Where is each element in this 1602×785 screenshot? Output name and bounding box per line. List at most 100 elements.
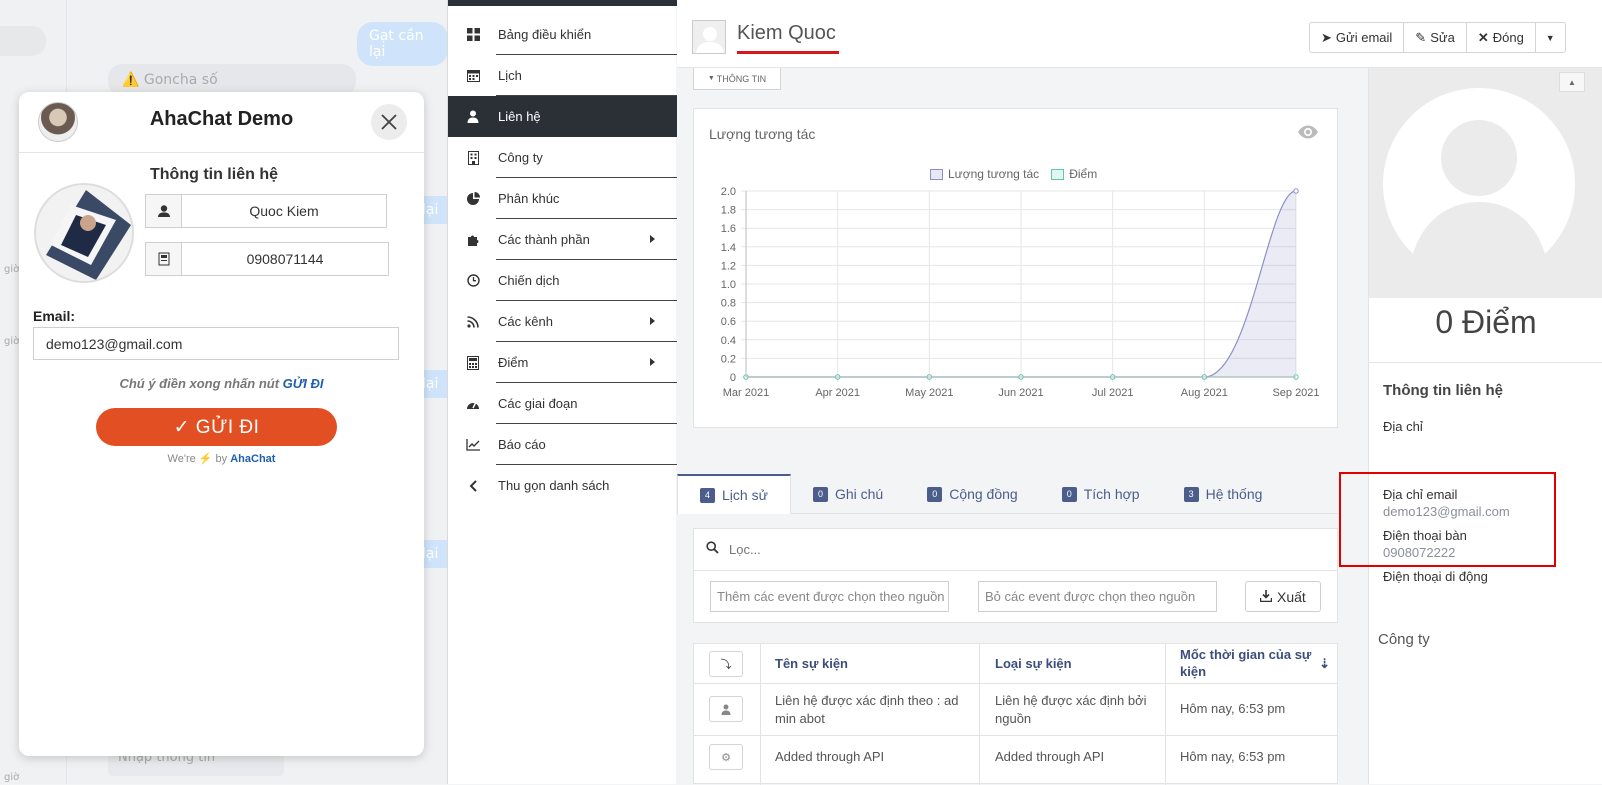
tab-count-badge: 0 <box>927 486 943 502</box>
tab-count-badge: 4 <box>700 487 715 503</box>
info-toggle-tab[interactable]: ▼ THÔNG TIN <box>693 68 781 90</box>
close-button[interactable] <box>371 104 407 140</box>
engagement-chart-panel: Lượng tương tác Lượng tương tác Điểm 0 0.… <box>693 108 1338 428</box>
tab-history[interactable]: 4 Lịch sử <box>677 474 791 514</box>
sidebar-item-segments[interactable]: Phân khúc <box>448 178 677 219</box>
y-tick-label: 0 <box>730 372 736 384</box>
email-input[interactable]: demo123@gmail.com <box>33 327 399 360</box>
contact-avatar <box>692 20 726 54</box>
user-icon <box>709 696 743 722</box>
x-tick-label: Sep 2021 <box>1272 387 1319 399</box>
name-field[interactable]: Quoc Kiem <box>145 194 387 228</box>
note-prefix: Chú ý điền xong nhấn nút <box>119 376 283 391</box>
y-tick-label: 2.0 <box>721 186 736 198</box>
activity-tabs: 4 Lịch sử 0 Ghi chú 0 Cộng đồng 0 Tích hợp 3… <box>677 474 1338 514</box>
export-button[interactable]: Xuất <box>1245 581 1321 612</box>
event-type-icon-box[interactable] <box>709 696 743 722</box>
sidebar-item-label: Lịch <box>498 68 522 83</box>
user-icon <box>146 195 182 227</box>
arrow-turn-icon: ⤵ <box>709 651 743 677</box>
avatar-placeholder-icon <box>1369 68 1602 298</box>
brand-prefix: We're ⚡ by <box>167 453 231 465</box>
header-button-group: ➤ Gửi email ✎ Sửa ✕ Đóng ▼ <box>1309 22 1566 53</box>
divider <box>1369 362 1602 363</box>
more-dropdown-button[interactable]: ▼ <box>1536 23 1565 52</box>
brand-link[interactable]: AhaChat <box>230 453 275 465</box>
search-icon <box>706 540 719 559</box>
tab-notes[interactable]: 0 Ghi chú <box>791 474 905 514</box>
data-point <box>1293 188 1299 194</box>
sidebar-item-stages[interactable]: Các giai đoạn <box>448 383 677 424</box>
scroll-up-button[interactable]: ▲ <box>1559 72 1585 92</box>
note-highlight: GỬI ĐI <box>282 376 324 391</box>
tab-integrations[interactable]: 0 Tích hợp <box>1040 474 1162 514</box>
download-icon <box>1259 589 1273 605</box>
phone-book-icon <box>146 243 182 275</box>
tachometer-icon <box>448 398 498 410</box>
caret-down-icon: ▼ <box>707 75 715 82</box>
calculator-icon <box>448 355 498 370</box>
sidebar-item-label: Bảng điều khiển <box>498 27 592 42</box>
event-type: Liên hệ được xác định bởi nguồn <box>995 693 1147 726</box>
time-label: giờ <box>4 264 20 275</box>
sidebar-collapse[interactable]: Thu gọn danh sách <box>448 465 677 506</box>
column-header-type[interactable]: Loại sự kiện <box>995 656 1072 671</box>
sidebar-item-components[interactable]: Các thành phần <box>448 219 677 260</box>
tab-count-badge: 0 <box>1061 486 1077 502</box>
sidebar-item-contacts[interactable]: Liên hệ <box>448 96 677 137</box>
caret-down-icon: ▼ <box>1545 32 1555 43</box>
event-type-icon-box[interactable]: ⚙ <box>709 744 743 770</box>
include-source-select[interactable]: Thêm các event được chọn theo nguồn <box>710 581 949 612</box>
x-tick-label: May 2021 <box>905 387 953 399</box>
send-button[interactable]: ✓ GỬI ĐI <box>96 408 337 446</box>
tab-community[interactable]: 0 Cộng đồng <box>905 474 1040 514</box>
name-value: Quoc Kiem <box>249 203 319 219</box>
contact-info-heading: Thông tin liên hệ <box>1383 382 1503 399</box>
sidebar-item-channels[interactable]: Các kênh <box>448 301 677 342</box>
dashboard-icon <box>448 28 498 41</box>
send-email-label: Gửi email <box>1335 30 1393 45</box>
time-label: giờ <box>4 336 20 347</box>
sidebar-item-dashboard[interactable]: Bảng điều khiển <box>448 14 677 55</box>
sidebar-item-calendar[interactable]: Lịch <box>448 55 677 96</box>
chevron-left-icon <box>448 479 498 492</box>
tab-count-badge: 3 <box>1183 486 1199 502</box>
column-header-name[interactable]: Tên sự kiện <box>775 656 848 671</box>
tab-system[interactable]: 3 Hệ thống <box>1162 474 1285 514</box>
sidebar-item-label: Thu gọn danh sách <box>498 478 610 493</box>
y-tick-label: 0.2 <box>721 353 736 365</box>
close-contact-button[interactable]: ✕ Đóng <box>1467 23 1536 52</box>
y-tick-label: 1.0 <box>721 279 736 291</box>
event-time: Hôm nay, 6:53 pm <box>1180 749 1286 764</box>
address-label: Địa chỉ <box>1383 419 1423 434</box>
sort-icon: ⇣ <box>1319 655 1330 671</box>
tab-label: Lịch sử <box>722 487 768 503</box>
line-chart-icon <box>448 438 498 451</box>
menu-topbar <box>448 0 677 6</box>
name-underline <box>737 51 839 54</box>
pie-chart-icon <box>448 192 498 205</box>
filter-input[interactable] <box>729 542 1289 557</box>
event-name: Added through API <box>775 749 885 764</box>
avatar-icon <box>693 21 725 53</box>
sidebar-item-campaigns[interactable]: Chiến dịch <box>448 260 677 301</box>
event-name: Liên hệ được xác định theo : ad min abot <box>775 693 959 726</box>
y-tick-label: 1.6 <box>721 223 736 235</box>
column-header-time[interactable]: Mốc thời gian của sự kiện ⇣ <box>1180 646 1330 680</box>
exclude-source-select[interactable]: Bỏ các event được chọn theo nguồn <box>978 581 1217 612</box>
phone-field[interactable]: 0908071144 <box>145 242 389 276</box>
send-email-button[interactable]: ➤ Gửi email <box>1310 23 1405 52</box>
edit-button[interactable]: ✎ Sửa <box>1404 23 1467 52</box>
edit-icon: ✎ <box>1415 29 1427 45</box>
sidebar-item-reports[interactable]: Báo cáo <box>448 424 677 465</box>
y-tick-label: 1.8 <box>721 205 736 217</box>
powered-by: We're ⚡ by AhaChat <box>19 452 424 465</box>
sidebar-item-points[interactable]: Điểm <box>448 342 677 383</box>
rss-icon <box>448 315 498 328</box>
table-header-row: ⤵ Tên sự kiện Loại sự kiện Mốc thời gian… <box>694 644 1337 684</box>
highlight-box <box>1339 472 1556 567</box>
photo-icon <box>36 185 132 281</box>
sort-toggle-button[interactable]: ⤵ <box>709 651 743 677</box>
sidebar-item-company[interactable]: Công ty <box>448 137 677 178</box>
table-row: Liên hệ được xác định theo : ad min abot… <box>694 684 1337 736</box>
